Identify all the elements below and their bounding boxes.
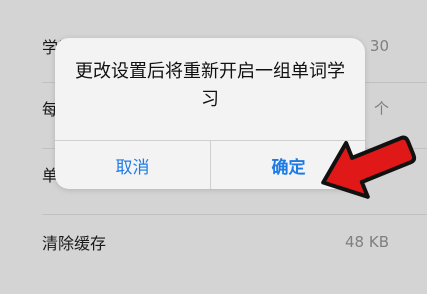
dialog-message: 更改设置后将重新开启一组单词学习 [75,61,345,110]
cancel-button[interactable]: 取消 [55,141,210,189]
red-arrow-icon [321,135,417,199]
